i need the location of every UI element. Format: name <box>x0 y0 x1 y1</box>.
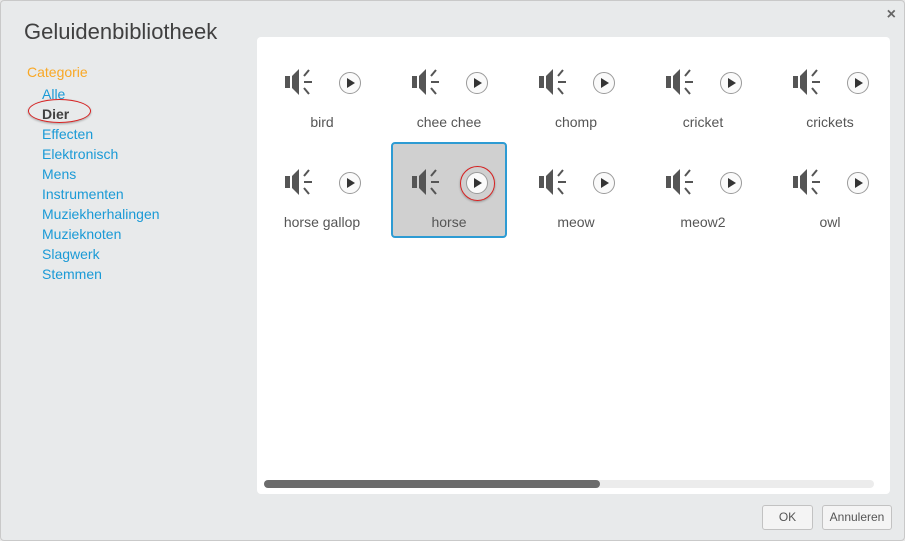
sound-label: bird <box>310 114 334 130</box>
sound-tile[interactable]: bird <box>264 42 380 138</box>
close-icon[interactable]: × <box>887 6 896 24</box>
sound-tile[interactable]: horse gallop <box>264 142 380 238</box>
category-label: Stemmen <box>42 266 102 282</box>
sound-label: meow2 <box>680 214 726 230</box>
ok-button[interactable]: OK <box>762 505 813 530</box>
speaker-icon <box>412 167 452 202</box>
sound-label: owl <box>819 214 841 230</box>
speaker-icon <box>666 67 706 102</box>
cancel-button[interactable]: Annuleren <box>822 505 892 530</box>
category-item-stemmen[interactable]: Stemmen <box>42 266 160 286</box>
category-list: Alle Dier Effecten Elektronisch Mens Instrume… <box>28 86 160 286</box>
highlight-ring <box>460 166 495 201</box>
sound-label: cricket <box>682 114 724 130</box>
category-label: Dier <box>42 106 70 122</box>
category-label: Muzieknoten <box>42 226 122 242</box>
sound-label: horse <box>431 214 467 230</box>
scrollbar-thumb[interactable] <box>264 480 600 488</box>
speaker-icon <box>412 67 452 102</box>
category-label: Instrumenten <box>42 186 124 202</box>
category-item-muzieknoten[interactable]: Muzieknoten <box>42 226 160 246</box>
category-label: Slagwerk <box>42 246 100 262</box>
play-button[interactable] <box>593 172 615 194</box>
speaker-icon <box>539 167 579 202</box>
horizontal-scrollbar[interactable] <box>264 480 874 488</box>
category-item-dier[interactable]: Dier <box>28 99 160 126</box>
category-label: Effecten <box>42 126 94 142</box>
speaker-icon <box>539 67 579 102</box>
sound-tile[interactable]: horse <box>391 142 507 238</box>
category-item-elektronisch[interactable]: Elektronisch <box>42 146 160 166</box>
play-button[interactable] <box>720 72 742 94</box>
play-button[interactable] <box>847 72 869 94</box>
sound-tile[interactable]: cricket <box>645 42 761 138</box>
play-button[interactable] <box>466 72 488 94</box>
category-item-effecten[interactable]: Effecten <box>42 126 160 146</box>
category-item-instrumenten[interactable]: Instrumenten <box>42 186 160 206</box>
sound-tile[interactable]: owl <box>772 142 888 238</box>
sound-tile[interactable]: chee chee <box>391 42 507 138</box>
play-button[interactable] <box>339 72 361 94</box>
category-label: Elektronisch <box>42 146 119 162</box>
play-button[interactable] <box>847 172 869 194</box>
sound-tile[interactable]: meow <box>518 142 634 238</box>
sound-grid-panel: bird chee chee chomp cricket crickets horse g… <box>257 37 890 494</box>
sound-label: crickets <box>806 114 854 130</box>
sound-label: chee chee <box>416 114 482 130</box>
category-item-muziekherhalingen[interactable]: Muziekherhalingen <box>42 206 160 226</box>
category-item-slagwerk[interactable]: Slagwerk <box>42 246 160 266</box>
category-header: Categorie <box>27 64 88 80</box>
sound-tile[interactable]: crickets <box>772 42 888 138</box>
sound-library-dialog: Geluidenbibliotheek × Categorie Alle Dier… <box>0 0 905 541</box>
sound-label: horse gallop <box>283 214 361 230</box>
category-item-mens[interactable]: Mens <box>42 166 160 186</box>
sound-tile[interactable]: chomp <box>518 42 634 138</box>
dialog-title: Geluidenbibliotheek <box>24 19 218 44</box>
speaker-icon <box>666 167 706 202</box>
sound-label: chomp <box>554 114 598 130</box>
speaker-icon <box>793 167 833 202</box>
play-button[interactable] <box>720 172 742 194</box>
speaker-icon <box>793 67 833 102</box>
speaker-icon <box>285 67 325 102</box>
sound-label: meow <box>557 214 595 230</box>
sound-tile[interactable]: meow2 <box>645 142 761 238</box>
category-label: Mens <box>42 166 77 182</box>
play-button[interactable] <box>593 72 615 94</box>
category-label: Muziekherhalingen <box>42 206 160 222</box>
speaker-icon <box>285 167 325 202</box>
play-button[interactable] <box>339 172 361 194</box>
